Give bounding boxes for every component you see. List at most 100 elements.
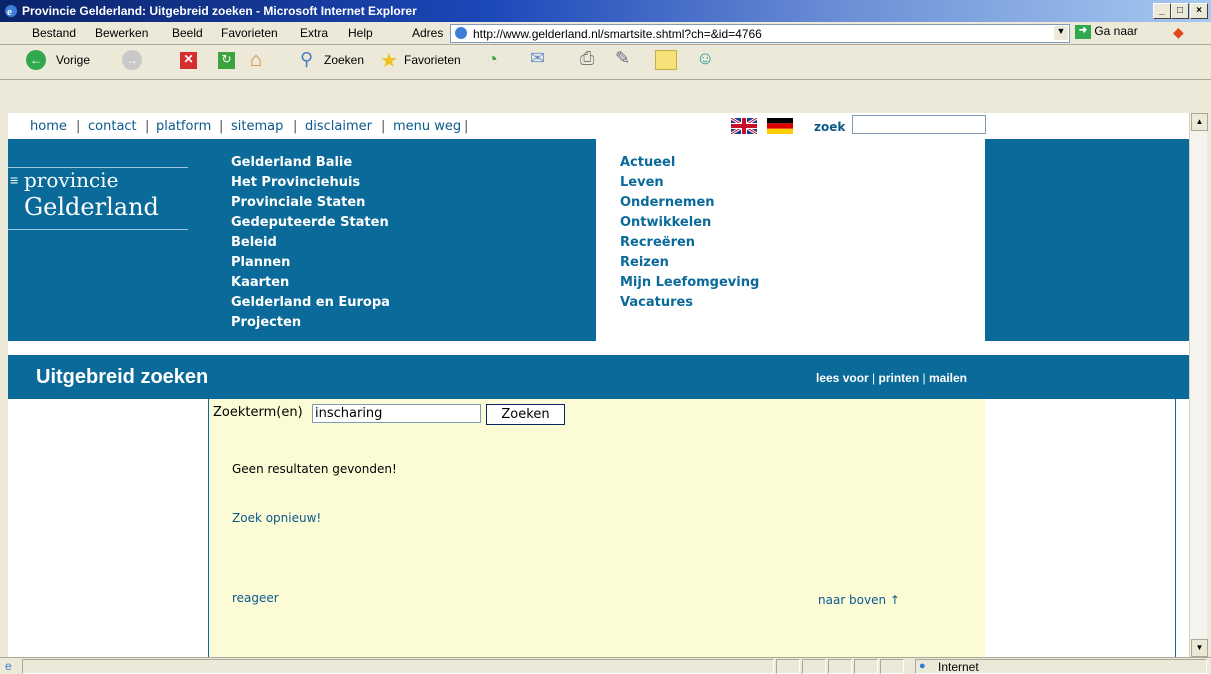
go-button[interactable]: ➜ Ga naar xyxy=(1075,24,1155,41)
menu-lines-icon: ≡ xyxy=(10,172,19,188)
forward-arrow-icon[interactable]: → xyxy=(122,50,142,70)
nav-platform[interactable]: platform xyxy=(156,119,211,134)
page-status-icon: e xyxy=(5,659,12,673)
scroll-up-icon[interactable]: ▲ xyxy=(1191,113,1208,131)
search-term-input[interactable] xyxy=(312,404,481,423)
nav-gelderland-balie[interactable]: Gelderland Balie xyxy=(231,155,352,170)
menu-bewerken[interactable]: Bewerken xyxy=(95,26,148,40)
nav-home[interactable]: home xyxy=(30,119,67,134)
logo-line2[interactable]: Gelderland xyxy=(24,193,159,221)
nav-kaarten[interactable]: Kaarten xyxy=(231,275,289,290)
mail-icon[interactable]: ✉ xyxy=(530,48,545,69)
menu-help[interactable]: Help xyxy=(348,26,373,40)
messenger-icon[interactable]: ☺ xyxy=(696,48,714,69)
right-column xyxy=(985,399,1176,657)
minimize-button[interactable]: _ xyxy=(1153,3,1171,19)
window-title: Provincie Gelderland: Uitgebreid zoeken … xyxy=(22,4,417,18)
web-page: home | contact | platform | sitemap | di… xyxy=(8,113,1189,657)
nav-gelderland-en-europa[interactable]: Gelderland en Europa xyxy=(231,295,390,310)
menu-bar: Bestand Bewerken Beeld Favorieten Extra … xyxy=(0,22,1211,45)
page-title-bar: Uitgebreid zoeken lees voor | printen | … xyxy=(8,355,1189,399)
toolbar: ← Vorige → ✕ ↻ ⌂ ⚲ Zoeken ★ Favorieten ◔… xyxy=(0,45,1211,80)
favorites-star-icon[interactable]: ★ xyxy=(380,48,398,73)
nav-ontwikkelen[interactable]: Ontwikkelen xyxy=(620,215,711,230)
nav-reizen[interactable]: Reizen xyxy=(620,255,669,270)
favorites-button[interactable]: Favorieten xyxy=(404,53,461,67)
header-spacer xyxy=(8,341,1189,355)
german-flag-icon[interactable] xyxy=(767,118,793,134)
close-button[interactable]: × xyxy=(1190,3,1208,19)
back-button[interactable]: Vorige xyxy=(56,53,90,67)
page-actions: lees voor | printen | mailen xyxy=(816,371,967,385)
nav-provinciale-staten[interactable]: Provinciale Staten xyxy=(231,195,365,210)
window-title-bar: e Provincie Gelderland: Uitgebreid zoeke… xyxy=(0,0,1211,22)
refresh-icon[interactable]: ↻ xyxy=(218,52,235,69)
theme-menu-box: Actueel Leven Ondernemen Ontwikkelen Rec… xyxy=(596,139,985,341)
search-submit-button[interactable]: Zoeken xyxy=(486,404,565,425)
home-icon[interactable]: ⌂ xyxy=(250,49,262,72)
zone-pane: ● Internet xyxy=(915,659,1207,674)
no-results-message: Geen resultaten gevonden! xyxy=(232,462,397,476)
go-arrow-icon: ➜ xyxy=(1075,24,1091,39)
address-dropdown-icon[interactable]: ▼ xyxy=(1054,26,1068,40)
nav-disclaimer[interactable]: disclaimer xyxy=(305,119,372,134)
menu-bestand[interactable]: Bestand xyxy=(32,26,76,40)
site-header: ≡ provincie Gelderland Gelderland Balie … xyxy=(8,139,1189,341)
nav-projecten[interactable]: Projecten xyxy=(231,315,301,330)
nav-plannen[interactable]: Plannen xyxy=(231,255,290,270)
search-term-label: Zoekterm(en) xyxy=(213,405,303,420)
globe-icon: ● xyxy=(919,660,926,672)
print-icon[interactable]: ⎙ xyxy=(580,48,594,69)
nav-leven[interactable]: Leven xyxy=(620,175,664,190)
nav-menu-weg[interactable]: menu weg xyxy=(393,119,461,134)
menu-favorieten[interactable]: Favorieten xyxy=(221,26,278,40)
chrome-spacer xyxy=(8,80,1189,113)
nav-beleid[interactable]: Beleid xyxy=(231,235,277,250)
feedback-link[interactable]: reageer xyxy=(232,591,279,605)
nav-mijn-leefomgeving[interactable]: Mijn Leefomgeving xyxy=(620,275,759,290)
read-aloud-link[interactable]: lees voor xyxy=(816,371,869,385)
back-arrow-icon[interactable]: ← xyxy=(26,50,46,70)
edit-icon[interactable]: ✎ xyxy=(615,48,630,69)
search-icon[interactable]: ⚲ xyxy=(300,49,313,70)
logo-line1[interactable]: provincie xyxy=(24,168,118,192)
nav-recreeren[interactable]: Recreëren xyxy=(620,235,695,250)
menu-extra[interactable]: Extra xyxy=(300,26,328,40)
back-to-top-link[interactable]: naar boven ↑ xyxy=(818,593,900,607)
mail-link[interactable]: mailen xyxy=(929,371,967,385)
page-title: Uitgebreid zoeken xyxy=(36,366,209,388)
status-text-pane xyxy=(22,659,774,674)
ie-logo-icon: e xyxy=(5,5,17,18)
search-again-link[interactable]: Zoek opnieuw! xyxy=(232,511,321,525)
history-icon[interactable]: ◔ xyxy=(487,49,498,70)
notes-icon[interactable] xyxy=(655,50,677,70)
nav-gedeputeerde-staten[interactable]: Gedeputeerde Staten xyxy=(231,215,389,230)
address-bar[interactable]: http://www.gelderland.nl/smartsite.shtml… xyxy=(450,24,1070,43)
svg-text:e: e xyxy=(7,6,12,18)
go-label: Ga naar xyxy=(1094,24,1138,38)
nav-ondernemen[interactable]: Ondernemen xyxy=(620,195,715,210)
top-navigation: home | contact | platform | sitemap | di… xyxy=(8,113,1189,139)
search-content: Zoekterm(en) Zoeken Geen resultaten gevo… xyxy=(208,399,987,657)
address-url: http://www.gelderland.nl/smartsite.shtml… xyxy=(473,27,762,41)
quick-search-input[interactable] xyxy=(852,115,986,134)
status-bar: e ● Internet xyxy=(0,657,1211,674)
zone-label: Internet xyxy=(938,660,979,674)
scroll-down-icon[interactable]: ▼ xyxy=(1191,639,1208,657)
search-button[interactable]: Zoeken xyxy=(324,53,364,67)
quick-search-label: zoek xyxy=(814,120,846,134)
nav-contact[interactable]: contact xyxy=(88,119,137,134)
nav-vacatures[interactable]: Vacatures xyxy=(620,295,693,310)
nav-sitemap[interactable]: sitemap xyxy=(231,119,283,134)
vertical-scrollbar[interactable]: ▲ ▼ xyxy=(1189,113,1208,657)
windows-logo-icon: ◆ xyxy=(1173,24,1184,40)
page-icon xyxy=(455,27,467,39)
uk-flag-icon[interactable] xyxy=(731,118,757,134)
nav-actueel[interactable]: Actueel xyxy=(620,155,675,170)
maximize-button[interactable]: □ xyxy=(1171,3,1189,19)
menu-beeld[interactable]: Beeld xyxy=(172,26,203,40)
address-label: Adres xyxy=(412,26,444,40)
stop-icon[interactable]: ✕ xyxy=(180,52,197,69)
print-link[interactable]: printen xyxy=(879,371,920,385)
nav-het-provinciehuis[interactable]: Het Provinciehuis xyxy=(231,175,360,190)
